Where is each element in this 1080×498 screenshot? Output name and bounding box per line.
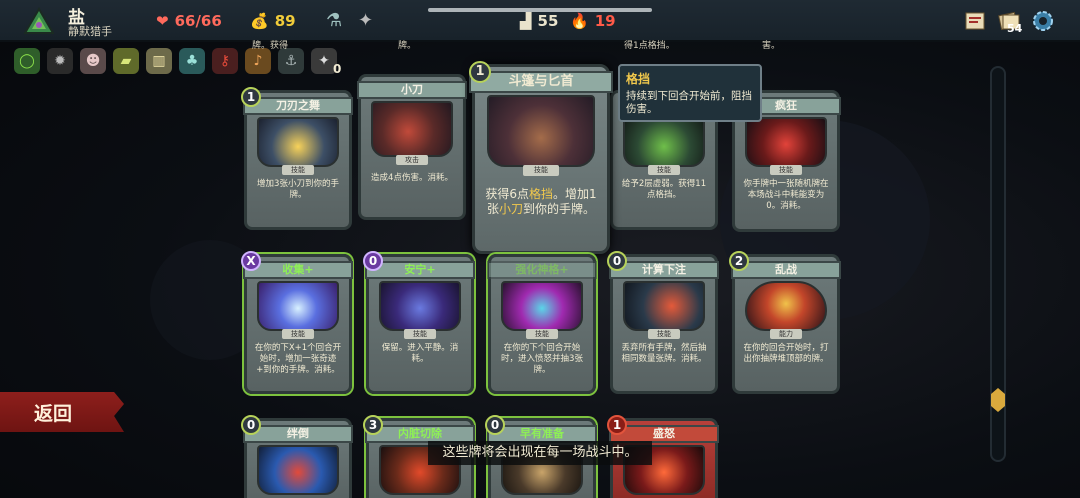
mushroom-icon[interactable]: ♣ (179, 48, 205, 74)
card-description: 给予2层虚弱。获得11点格挡。 (621, 179, 707, 200)
card-description: 保留。进入平静。消耗。 (381, 343, 459, 364)
card-tranquility-plus[interactable]: 安宁+ 技能 保留。进入平静。消耗。 0 (363, 251, 475, 394)
card-type: 攻击 (396, 155, 428, 165)
card-art (257, 445, 339, 495)
card-description: 增加3张小刀到你的手牌。 (257, 179, 339, 200)
card-type: 技能 (526, 329, 558, 339)
card-cost: 2 (729, 251, 749, 271)
card-deus-plus[interactable]: 强化神格+ 技能 在你的下个回合开始时，进入愤怒并抽3张牌。 (487, 254, 597, 394)
card-mayhem[interactable]: 乱战 能力 在你的回合开始时，打出你抽牌堆顶部的牌。 2 (729, 251, 841, 394)
ascension-display: 🔥 19 (570, 12, 616, 30)
character-portrait-icon[interactable] (24, 7, 54, 35)
card-shiv[interactable]: 小刀 攻击 造成4点伤害。消耗。 (357, 74, 467, 220)
card-art (487, 95, 595, 167)
card-cost: 1 (607, 415, 627, 435)
lantern-icon[interactable]: ✹ (47, 48, 73, 74)
potion-slot-2-icon[interactable]: ✦ (358, 10, 373, 31)
card-type: 技能 (648, 329, 680, 339)
card-description: 丢弃所有手牌，然后抽相同数量张牌。消耗。 (621, 343, 707, 364)
card-type: 技能 (404, 329, 436, 339)
card-description: 造成4点伤害。消耗。 (371, 173, 453, 183)
deck-count: 54 (1007, 22, 1023, 35)
card-blade-dance[interactable]: 刀刃之舞 技能 增加3张小刀到你的手牌。 1 (241, 87, 353, 230)
back-button[interactable]: 返回 (0, 392, 124, 432)
partial-card-text: 害。 (762, 41, 781, 51)
card-cost: 0 (241, 415, 261, 435)
card-type: 技能 (770, 165, 802, 175)
gold-display: 💰 89 (250, 12, 296, 30)
character-class: 静默猎手 (68, 25, 112, 38)
card-art (257, 117, 339, 167)
card-cost: 0 (607, 251, 627, 271)
card-cost: 0 (485, 415, 505, 435)
partial-card-text: 牌。获得 (252, 41, 289, 51)
settings-gear-icon[interactable] (1030, 8, 1056, 34)
mask-icon[interactable]: ☻ (80, 48, 106, 74)
horn-icon[interactable]: ♪ (245, 48, 271, 74)
ascension-value: 19 (594, 12, 616, 30)
card-art (623, 281, 705, 331)
card-description: 在你的回合开始时，打出你抽牌堆顶部的牌。 (743, 343, 829, 364)
card-description: 获得6点格挡。增加1张小刀到你的手牌。 (485, 187, 597, 216)
hp-value: 66/66 (174, 12, 222, 30)
card-description: 在你的下X+1个回合开始时，增加一张奇迹+到你的手牌。消耗。 (254, 343, 342, 375)
card-cost: 1 (241, 87, 261, 107)
stairs-icon: ▟ (520, 12, 532, 30)
card-name: 强化神格+ (487, 261, 597, 279)
card-type: 技能 (523, 165, 559, 176)
heart-icon: ❤ (156, 12, 169, 30)
card-calculated-gamble[interactable]: 计算下注 技能 丢弃所有手牌，然后抽相同数量张牌。消耗。 0 (607, 251, 719, 394)
card-art (379, 281, 461, 331)
partial-card-text: 牌。 (398, 41, 417, 51)
card-cost: 1 (469, 61, 491, 83)
card-type: 能力 (770, 329, 802, 339)
ring-icon[interactable]: ◯ (14, 48, 40, 74)
pantograph-icon[interactable]: ▥ (146, 48, 172, 74)
gold-value: 89 (274, 12, 296, 30)
card-description: 在你的下个回合开始时，进入愤怒并抽3张牌。 (501, 343, 583, 375)
card-trip[interactable]: 绊倒 0 (241, 415, 353, 498)
tooltip-body: 持续到下回合开始前，阻挡伤害。 (626, 90, 752, 115)
whetstone-icon[interactable]: ▰ (113, 48, 139, 74)
card-art (745, 117, 827, 167)
relic-bar: ◯ ✹ ☻ ▰ ▥ ♣ ⚷ ♪ ⚓ ✦ (14, 48, 337, 78)
flame-icon: 🔥 (570, 12, 589, 30)
key-icon[interactable]: ⚷ (212, 48, 238, 74)
card-art (371, 101, 453, 157)
card-type: 技能 (282, 165, 314, 175)
card-art (257, 281, 339, 331)
card-cost: X (241, 251, 261, 271)
anchor-icon[interactable]: ⚓ (278, 48, 304, 74)
partial-card-text: 得1点格挡。 (624, 41, 675, 51)
gold-bag-icon: 💰 (250, 12, 269, 30)
card-art (745, 281, 827, 331)
keyword-tooltip: 格挡 持续到下回合开始前，阻挡伤害。 (618, 64, 762, 122)
floor-value: 55 (537, 12, 559, 30)
potion-slot-icon[interactable]: ⚗ (326, 10, 342, 31)
card-type: 技能 (648, 165, 680, 175)
card-name: 小刀 (357, 81, 467, 99)
card-art (623, 117, 705, 167)
card-art (501, 281, 583, 331)
tooltip-title: 格挡 (626, 72, 651, 86)
relic-counter: 0 (333, 62, 342, 76)
floor-display: ▟ 55 (520, 12, 558, 30)
card-cost: 3 (363, 415, 383, 435)
card-collect-plus[interactable]: 收集+ 技能 在你的下X+1个回合开始时，增加一张奇迹+到你的手牌。消耗。 X (241, 251, 353, 394)
info-message: 这些牌将会出现在每一场战斗中。 (428, 441, 652, 465)
card-type: 技能 (282, 329, 314, 339)
card-cost: 0 (363, 251, 383, 271)
card-description: 你手牌中一张随机牌在本场战斗中耗能变为0。消耗。 (743, 179, 829, 211)
map-icon[interactable] (962, 8, 988, 34)
card-cloak-and-dagger-hovered[interactable]: 斗篷与匕首 技能 获得6点格挡。增加1张小刀到你的手牌。 1 (469, 61, 613, 254)
top-bar: 盐 静默猎手 ❤ 66/66 💰 89 ⚗ ✦ ▟ 55 🔥 19 54 (0, 0, 1080, 42)
hp-display: ❤ 66/66 (156, 12, 222, 30)
